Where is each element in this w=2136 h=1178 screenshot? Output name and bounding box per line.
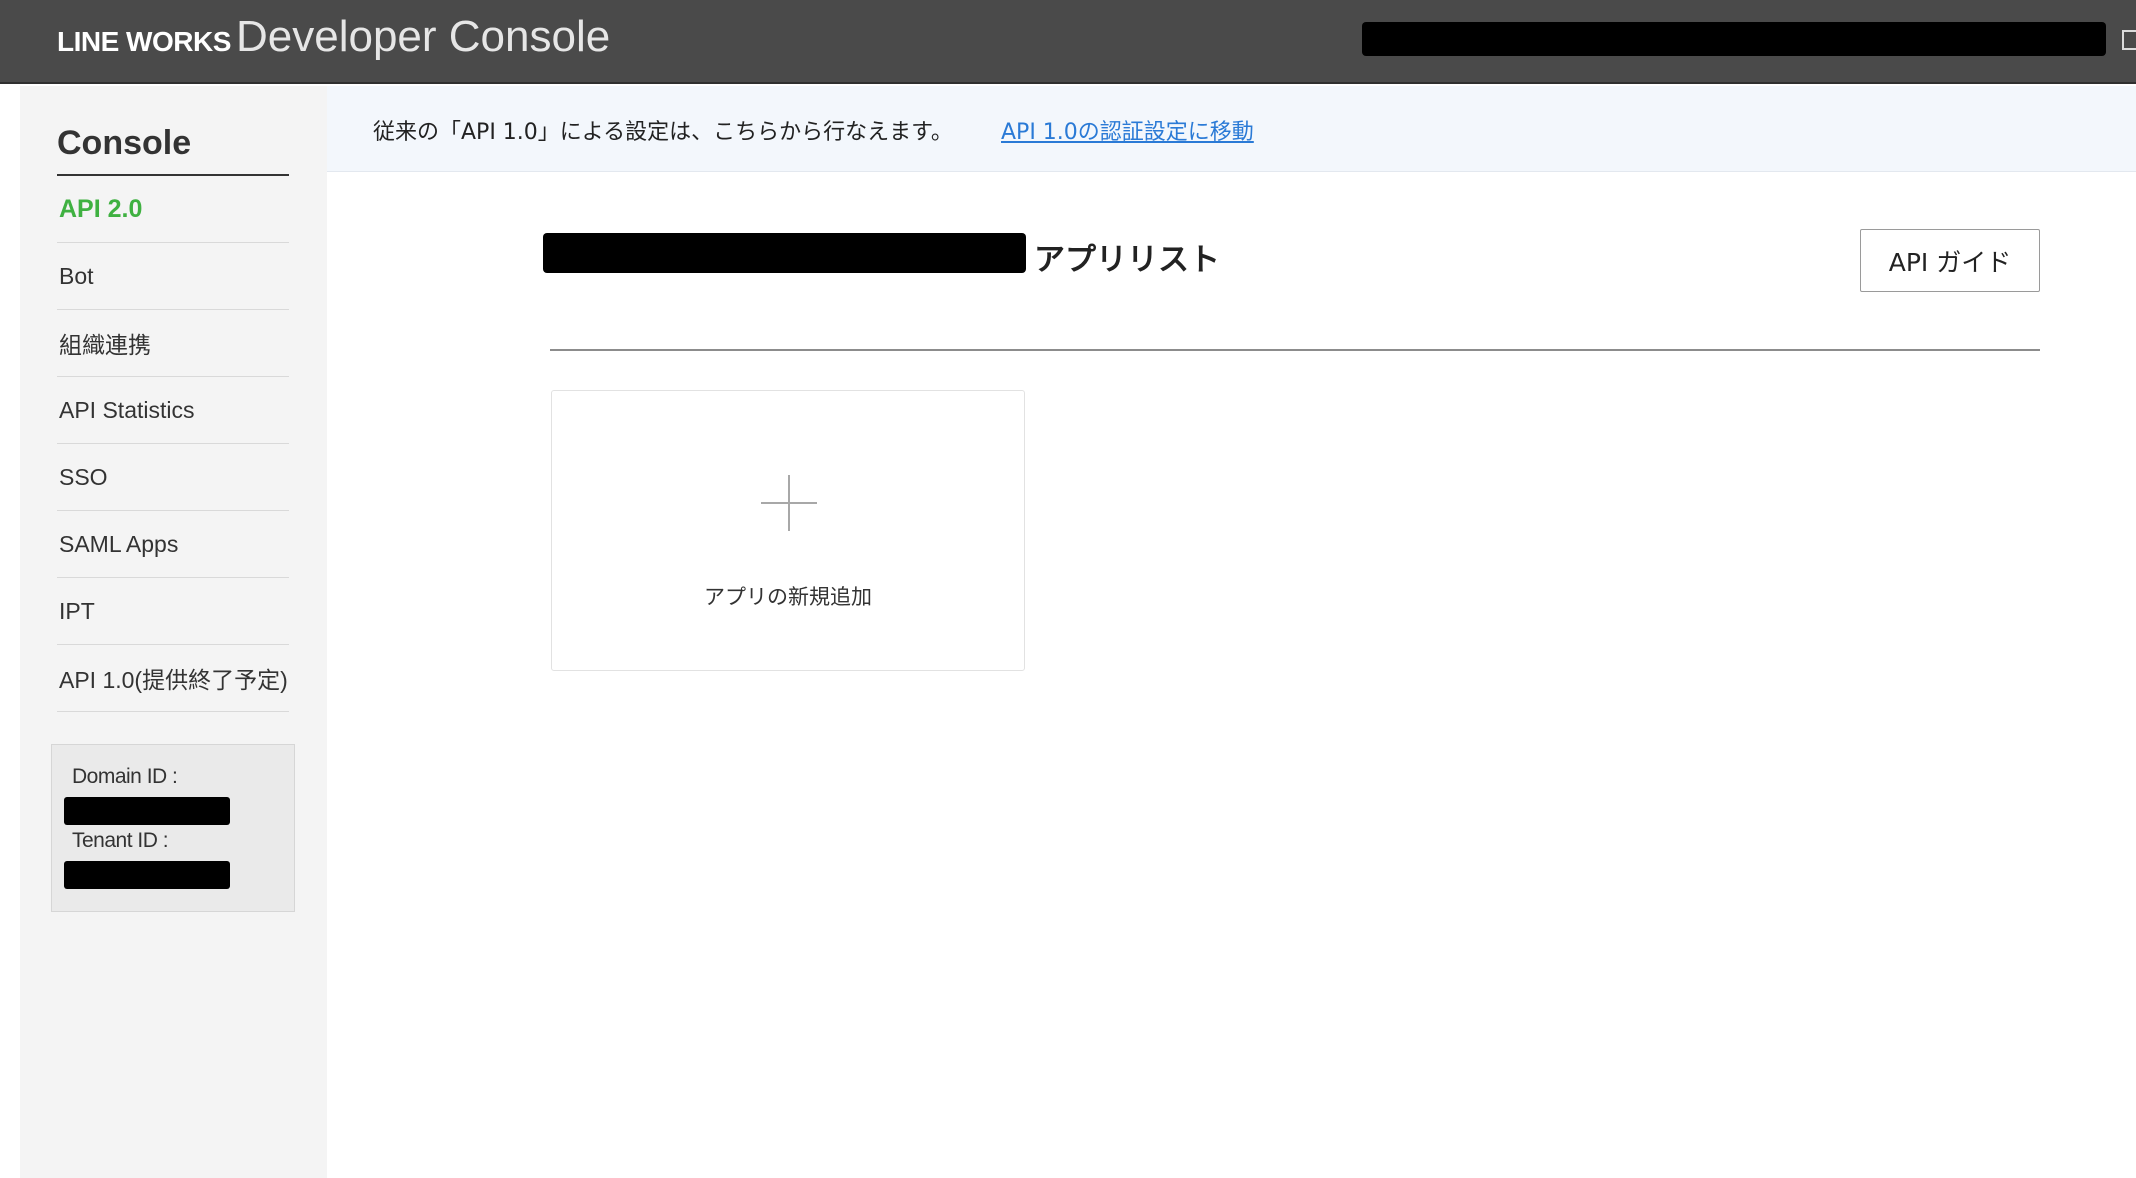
top-header: LINE WORKS Developer Console — [0, 0, 2136, 84]
api-guide-button[interactable]: API ガイド — [1860, 229, 2040, 292]
sidebar-item-saml-apps[interactable]: SAML Apps — [57, 511, 289, 578]
api-1-0-settings-link[interactable]: API 1.0の認証設定に移動 — [1001, 114, 1254, 146]
add-app-label: アプリの新規追加 — [704, 585, 872, 609]
sidebar-nav: API 2.0 Bot 組織連携 API Statistics SSO SAML… — [57, 176, 289, 712]
product-name: Developer Console — [236, 12, 611, 61]
page-title: アプリリスト — [1034, 242, 1220, 278]
account-menu-icon[interactable] — [2122, 30, 2136, 50]
sidebar-item-ipt[interactable]: IPT — [57, 578, 289, 645]
redacted-tenant-id — [64, 861, 230, 889]
sidebar: Console API 2.0 Bot 組織連携 API Statistics … — [20, 86, 327, 1178]
sidebar-item-api-2-0[interactable]: API 2.0 — [57, 176, 289, 243]
domain-id-label: Domain ID : — [72, 765, 178, 788]
redacted-domain-id — [64, 797, 230, 825]
sidebar-item-api-1-0[interactable]: API 1.0(提供終了予定) — [57, 645, 289, 712]
line-works-logo[interactable]: LINE WORKS — [57, 26, 231, 58]
plus-icon — [761, 475, 817, 531]
redacted-account-info — [1362, 22, 2106, 56]
tenant-info-box: Domain ID : Tenant ID : — [51, 744, 295, 912]
tenant-id-label: Tenant ID : — [72, 829, 169, 852]
title-divider — [550, 349, 2040, 351]
sidebar-item-api-statistics[interactable]: API Statistics — [57, 377, 289, 444]
sidebar-title: Console — [57, 124, 192, 162]
sidebar-item-bot[interactable]: Bot — [57, 243, 289, 310]
redacted-tenant-name — [543, 233, 1026, 273]
sidebar-item-directory-sync[interactable]: 組織連携 — [57, 310, 289, 377]
add-app-card[interactable]: アプリの新規追加 — [551, 390, 1025, 671]
notice-text: 従来の「API 1.0」による設定は、こちらから行なえます。 — [373, 120, 953, 145]
sidebar-item-sso[interactable]: SSO — [57, 444, 289, 511]
api-1-0-notice-bar: 従来の「API 1.0」による設定は、こちらから行なえます。 API 1.0の認… — [327, 86, 2136, 172]
